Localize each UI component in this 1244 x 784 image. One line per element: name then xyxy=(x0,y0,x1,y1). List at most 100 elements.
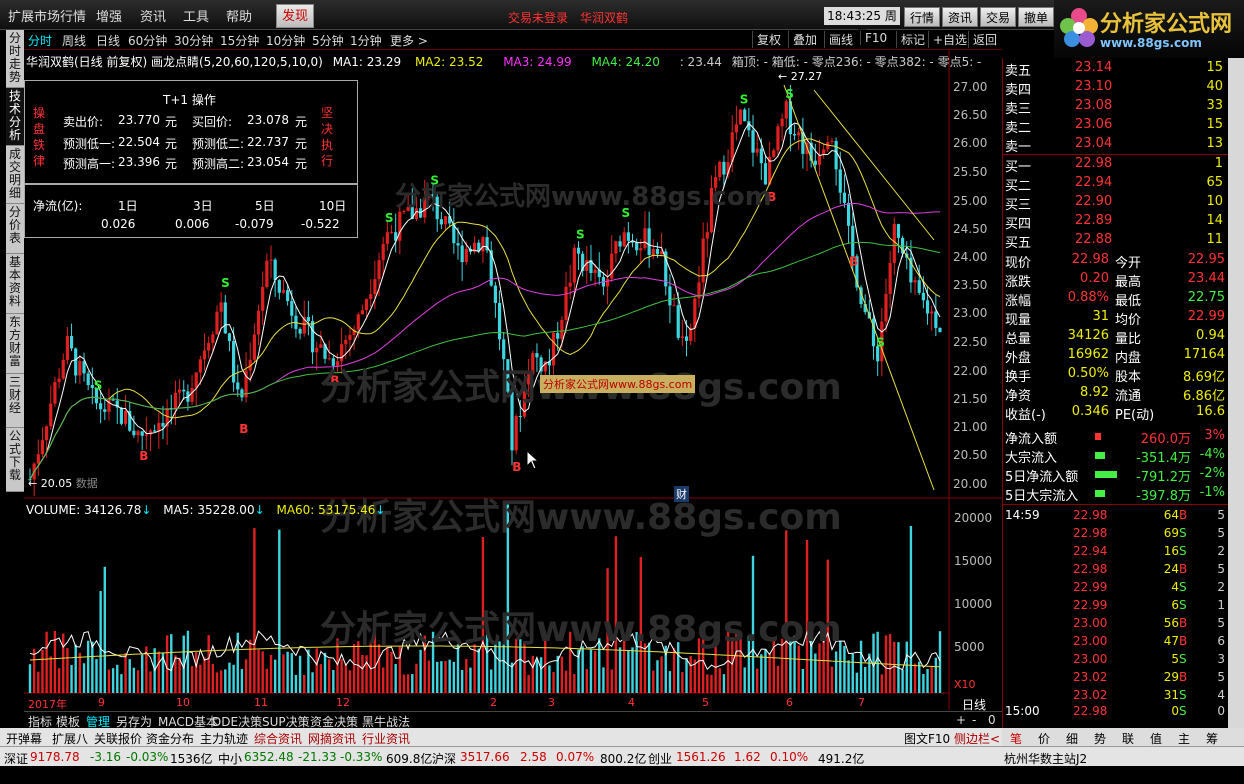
tab-weekly[interactable]: 周线 xyxy=(62,32,86,49)
volume-bar xyxy=(170,634,173,693)
add-watchlist-button[interactable]: +自选 xyxy=(928,31,971,48)
buy-signal-marker: B xyxy=(239,422,248,436)
mark-button[interactable]: 标记 xyxy=(896,31,929,48)
orderbook-row[interactable]: 卖五 23.14 15 xyxy=(1003,60,1229,79)
tick-volume: 24 xyxy=(1163,562,1179,576)
menu-extended-market[interactable]: 扩展市场行情 xyxy=(8,6,86,25)
ob-volume: 15 xyxy=(1206,60,1223,75)
orderbook-row[interactable]: 卖四 23.10 40 xyxy=(1003,79,1229,98)
candle-body xyxy=(842,192,847,203)
x-tick: 6 xyxy=(786,696,793,709)
rtab-trend[interactable]: 势 xyxy=(1094,730,1106,747)
candle-body xyxy=(884,293,888,322)
vertical-scrollbar[interactable] xyxy=(1228,58,1244,728)
quote-value: 22.75 xyxy=(1187,290,1225,305)
side-tab-price-table[interactable]: 分价表 xyxy=(6,204,24,254)
side-tab-formula-download[interactable]: 公式下载 xyxy=(6,428,24,492)
news-related[interactable]: 关联报价 xyxy=(94,730,142,747)
rtab-chips[interactable]: 筹 xyxy=(1206,730,1218,747)
f10-graphic-button[interactable]: 图文F10 xyxy=(904,730,950,747)
restore-rights-button[interactable]: 复权 xyxy=(752,31,785,48)
candle-body xyxy=(564,286,568,321)
candle-body xyxy=(535,353,539,358)
rtab-value[interactable]: 值 xyxy=(1150,730,1162,747)
news-fund-dist[interactable]: 资金分布 xyxy=(146,730,194,747)
news-main-track[interactable]: 主力轨迹 xyxy=(200,730,248,747)
tab-30min[interactable]: 30分钟 xyxy=(174,32,213,49)
side-tab-eastmoney[interactable]: 东方财富 xyxy=(6,314,24,374)
tab-60min[interactable]: 60分钟 xyxy=(128,32,167,49)
news-industry[interactable]: 行业资讯 xyxy=(362,730,410,747)
orderbook-row[interactable]: 买五 22.88 11 xyxy=(1003,232,1229,251)
sz-label[interactable]: 深证 xyxy=(4,750,28,767)
orderbook-row[interactable]: 买三 22.90 10 xyxy=(1003,194,1229,213)
volume-bar xyxy=(427,660,431,693)
news-ext8[interactable]: 扩展八 xyxy=(52,730,88,747)
tab-intraday[interactable]: 分时 xyxy=(28,32,52,49)
orderbook-row[interactable]: 卖一 23.04 13 xyxy=(1003,136,1229,155)
cy-label[interactable]: 创业 xyxy=(648,750,672,767)
rtab-main[interactable]: 主 xyxy=(1178,730,1190,747)
menu-news[interactable]: 资讯 xyxy=(140,6,166,25)
vol-tick: 10000 xyxy=(954,597,993,611)
rtab-detail[interactable]: 细 xyxy=(1066,730,1078,747)
cancel-order-button[interactable]: 撤单 xyxy=(1018,7,1054,27)
candle-body xyxy=(306,317,311,322)
news-general[interactable]: 综合资讯 xyxy=(254,730,302,747)
candle-body xyxy=(776,126,780,151)
orderbook-row[interactable]: 买四 22.89 14 xyxy=(1003,213,1229,232)
side-tab-intraday[interactable]: 分时走势 xyxy=(6,30,24,88)
zoom-in-button[interactable]: + xyxy=(956,713,966,727)
tab-1min[interactable]: 1分钟 xyxy=(350,32,382,49)
discover-button[interactable]: 发现 xyxy=(276,4,314,28)
tab-5min[interactable]: 5分钟 xyxy=(312,32,344,49)
menu-help[interactable]: 帮助 xyxy=(226,6,252,25)
orderbook-row[interactable]: 卖三 23.08 33 xyxy=(1003,98,1229,117)
trade-button[interactable]: 交易 xyxy=(980,7,1016,27)
side-tab-finance[interactable]: 三财经 xyxy=(6,374,24,428)
info-button[interactable]: 资讯 xyxy=(942,7,978,27)
tab-15min[interactable]: 15分钟 xyxy=(220,32,259,49)
candle-body xyxy=(572,247,576,283)
orderbook-row[interactable]: 买一 22.98 1 xyxy=(1003,156,1229,175)
news-danmu[interactable]: 开弹幕 xyxy=(6,730,42,747)
zx-label[interactable]: 中小 xyxy=(218,750,242,767)
sidebar-toggle[interactable]: 侧边栏< xyxy=(954,730,1000,747)
back-button[interactable]: 返回 xyxy=(968,31,1001,48)
hs-label[interactable]: 沪深 xyxy=(432,750,456,767)
menu-tools[interactable]: 工具 xyxy=(183,6,209,25)
tab-10min[interactable]: 10分钟 xyxy=(266,32,305,49)
tick-volume: 16 xyxy=(1163,544,1179,558)
candle-body xyxy=(123,410,128,424)
candle-body xyxy=(722,161,726,175)
tick-price: 22.98 xyxy=(1073,704,1108,718)
finance-event-marker[interactable]: 财 xyxy=(674,486,689,502)
volume-bar xyxy=(764,649,767,693)
quote-label: 总量 xyxy=(1005,332,1032,347)
side-tab-deals[interactable]: 成交明细 xyxy=(6,146,24,204)
overlay-button[interactable]: 叠加 xyxy=(788,31,821,48)
rtab-ticks[interactable]: 笔 xyxy=(1010,730,1022,747)
rtab-price[interactable]: 价 xyxy=(1038,730,1050,747)
side-tab-basic-info[interactable]: 基本资料 xyxy=(6,254,24,314)
orderbook-row[interactable]: 买二 22.94 65 xyxy=(1003,175,1229,194)
quote-button[interactable]: 行情 xyxy=(904,7,940,27)
menu-enhance[interactable]: 增强 xyxy=(96,6,122,25)
volume-bar xyxy=(286,651,289,693)
tab-more[interactable]: 更多 > xyxy=(390,32,428,49)
candle-body xyxy=(759,148,763,164)
reset-button[interactable]: 0 xyxy=(988,713,996,727)
rtab-link[interactable]: 联 xyxy=(1122,730,1134,747)
box-info: 箱顶: - 箱低: - 零点236: - 零点382: - 零点5: - xyxy=(731,55,982,69)
orderbook-row[interactable]: 卖二 23.06 15 xyxy=(1003,117,1229,136)
volume-bar xyxy=(57,668,61,693)
trade-login-status[interactable]: 交易未登录 xyxy=(508,9,568,26)
tab-daily[interactable]: 日线 xyxy=(96,32,120,49)
side-tab-technical[interactable]: 技术分析 xyxy=(6,88,24,146)
server-name[interactable]: 杭州华数主站J2 xyxy=(1004,750,1087,767)
draw-line-button[interactable]: 画线 xyxy=(824,31,857,48)
news-digest[interactable]: 网摘资讯 xyxy=(308,730,356,747)
volume-bar xyxy=(631,647,634,693)
f10-button[interactable]: F10 xyxy=(860,31,891,45)
zoom-out-button[interactable]: - xyxy=(972,713,976,727)
